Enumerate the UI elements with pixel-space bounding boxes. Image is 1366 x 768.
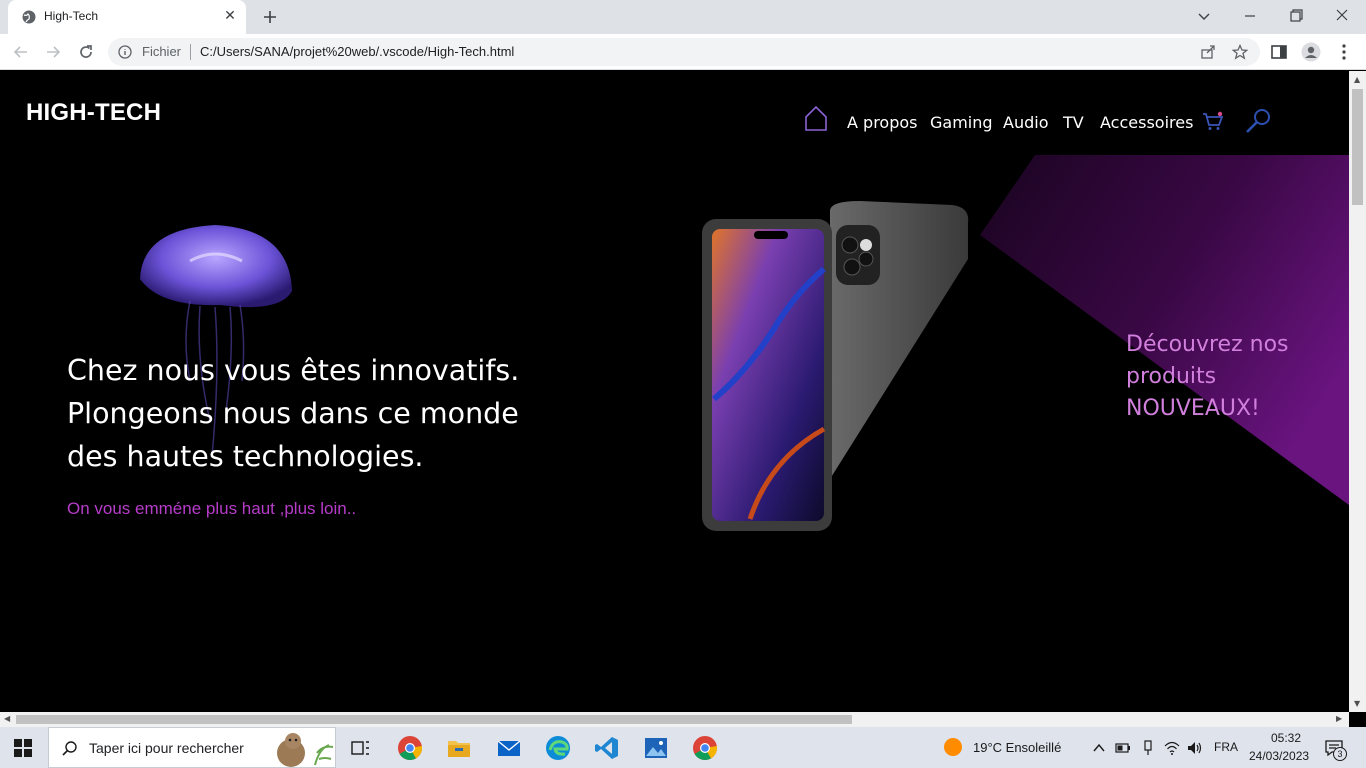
clock-time[interactable]: 05:32 xyxy=(1264,731,1308,745)
smartphones-image xyxy=(702,201,969,531)
notification-count-badge: 3 xyxy=(1333,747,1347,761)
vertical-scroll-thumb[interactable] xyxy=(1352,89,1363,205)
chrome-app-icon[interactable] xyxy=(397,735,423,761)
browser-tab-strip: High-Tech ✕ xyxy=(0,0,1366,34)
sun-weather-icon[interactable] xyxy=(944,738,962,756)
globe-icon xyxy=(22,10,36,24)
squirrel-illustration-icon xyxy=(277,733,334,767)
cart-icon[interactable] xyxy=(1202,111,1224,131)
weather-text[interactable]: 19°C Ensoleillé xyxy=(973,740,1061,755)
new-tab-icon[interactable] xyxy=(260,7,280,27)
battery-icon[interactable] xyxy=(1115,740,1131,756)
address-bar[interactable]: Fichier C:/Users/SANA/projet%20web/.vsco… xyxy=(108,38,1260,66)
promo-line-3: NOUVEAUX! xyxy=(1126,396,1260,421)
scroll-up-arrow-icon[interactable]: ▲ xyxy=(1354,75,1360,84)
nav-item-a-propos[interactable]: A propos xyxy=(847,113,917,132)
nav-item-tv[interactable]: TV xyxy=(1063,113,1084,132)
show-hidden-icons-chevron-icon[interactable] xyxy=(1091,740,1107,756)
vertical-scrollbar[interactable]: ▲ ▼ xyxy=(1349,71,1366,712)
horizontal-scroll-thumb[interactable] xyxy=(16,715,852,724)
browser-toolbar: Fichier C:/Users/SANA/projet%20web/.vsco… xyxy=(0,34,1366,70)
url-text[interactable]: C:/Users/SANA/projet%20web/.vscode/High-… xyxy=(200,44,514,59)
bookmark-star-icon[interactable] xyxy=(1232,44,1248,60)
hero-tagline: On vous emméne plus haut ,plus loin.. xyxy=(67,499,357,518)
scroll-left-arrow-icon[interactable]: ◀ xyxy=(4,714,10,723)
usb-device-icon[interactable] xyxy=(1140,740,1156,756)
windows-taskbar: Taper ici pour rechercher 19°C Ensoleill… xyxy=(0,727,1366,768)
restore-icon[interactable] xyxy=(1284,6,1308,26)
minimize-icon[interactable] xyxy=(1238,6,1262,26)
close-tab-icon[interactable]: ✕ xyxy=(222,8,238,24)
taskbar-search-placeholder: Taper ici pour rechercher xyxy=(89,740,244,756)
nav-item-accessoires[interactable]: Accessoires xyxy=(1100,113,1193,132)
input-language[interactable]: FRA xyxy=(1214,740,1238,754)
windows-start-icon[interactable] xyxy=(14,739,32,757)
magnifier-icon xyxy=(62,741,77,756)
forward-icon[interactable] xyxy=(44,43,62,61)
share-icon[interactable] xyxy=(1200,44,1216,60)
clock-date[interactable]: 24/03/2023 xyxy=(1249,749,1309,763)
tab-search-icon[interactable] xyxy=(1192,6,1216,26)
wifi-icon[interactable] xyxy=(1164,740,1180,756)
promo-line-1: Découvrez nos xyxy=(1126,332,1289,357)
mail-app-icon[interactable] xyxy=(496,735,522,761)
chrome-active-window-icon[interactable] xyxy=(692,735,718,761)
profile-avatar-icon[interactable] xyxy=(1301,42,1321,62)
vscode-app-icon[interactable] xyxy=(594,735,620,761)
scroll-down-arrow-icon[interactable]: ▼ xyxy=(1354,699,1360,708)
search-icon[interactable] xyxy=(1244,107,1272,135)
page-viewport: HIGH-TECH A propos Gaming Audio TV Acces… xyxy=(0,71,1349,712)
back-icon[interactable] xyxy=(12,43,30,61)
promo-line-2: produits xyxy=(1126,364,1217,389)
site-logo[interactable]: HIGH-TECH xyxy=(26,99,161,127)
promo-text[interactable]: Découvrez nos produits NOUVEAUX! xyxy=(1126,329,1326,425)
browser-tab[interactable]: High-Tech ✕ xyxy=(8,0,246,34)
taskbar-search-box[interactable]: Taper ici pour rechercher xyxy=(48,727,336,768)
photos-app-icon[interactable] xyxy=(643,735,669,761)
file-explorer-icon[interactable] xyxy=(446,735,472,761)
omnibox-separator xyxy=(190,44,191,60)
nav-item-audio[interactable]: Audio xyxy=(1003,113,1048,132)
volume-icon[interactable] xyxy=(1187,740,1203,756)
edge-browser-icon[interactable] xyxy=(545,735,571,761)
info-icon[interactable] xyxy=(118,45,132,59)
home-icon[interactable] xyxy=(804,105,828,131)
close-window-icon[interactable] xyxy=(1330,6,1354,26)
tab-title: High-Tech xyxy=(44,9,99,23)
horizontal-scrollbar[interactable]: ◀ ▶ xyxy=(0,712,1349,727)
task-view-icon[interactable] xyxy=(347,735,373,761)
hero-headline: Chez nous vous êtes innovatifs. Plongeon… xyxy=(67,354,520,473)
nav-item-gaming[interactable]: Gaming xyxy=(930,113,993,132)
menu-kebab-icon[interactable] xyxy=(1334,42,1354,62)
reload-icon[interactable] xyxy=(77,43,95,61)
scroll-right-arrow-icon[interactable]: ▶ xyxy=(1336,714,1342,723)
security-label: Fichier xyxy=(142,44,182,59)
side-panel-icon[interactable] xyxy=(1269,42,1289,62)
